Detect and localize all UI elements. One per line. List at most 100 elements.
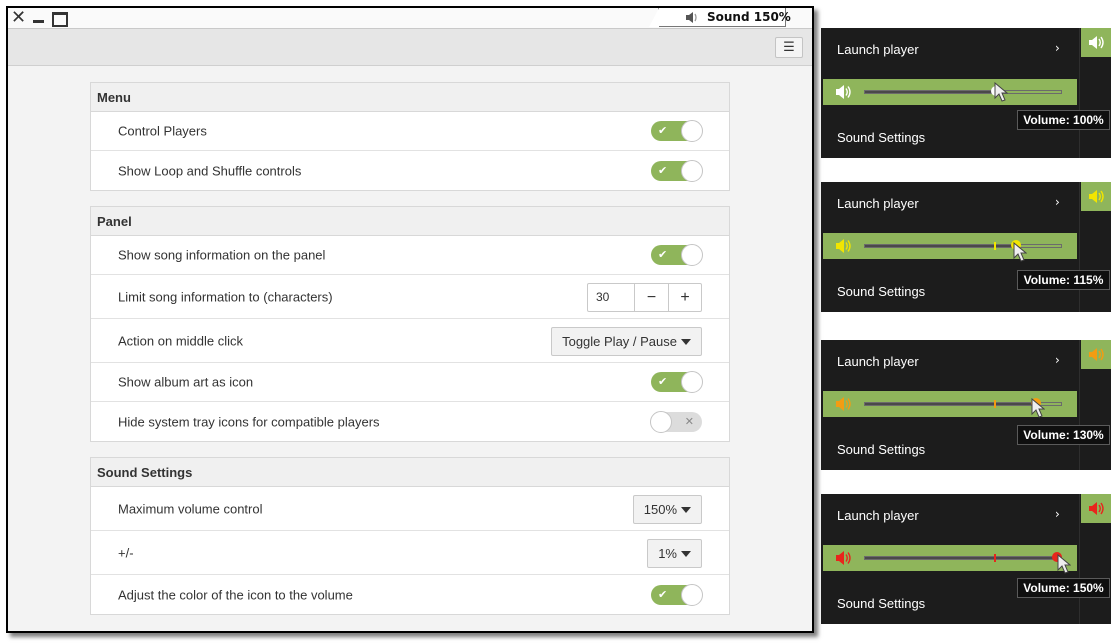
settings-window: ✕ Sound 150% ☰ Menu Control Players ✔ Sh… (6, 6, 814, 633)
header-bar: ☰ (8, 29, 812, 66)
sound-settings-item[interactable]: Sound Settings (837, 130, 925, 145)
speaker-icon[interactable] (835, 239, 852, 253)
volume-slider[interactable] (864, 552, 1071, 574)
chevron-right-icon: › (1055, 507, 1060, 521)
section-menu: Menu Control Players ✔ Show Loop and Shu… (90, 82, 730, 191)
settings-content: Menu Control Players ✔ Show Loop and Shu… (8, 67, 812, 631)
hundred-percent-marker (994, 242, 997, 250)
switch-knob (681, 159, 703, 182)
chevron-down-icon (681, 550, 691, 557)
launch-player-item[interactable]: Launch player (837, 196, 919, 211)
cross-icon: ✕ (684, 415, 694, 428)
slider-fill (865, 245, 1016, 247)
launch-player-item[interactable]: Launch player (837, 42, 919, 57)
dropdown-value: 150% (643, 501, 677, 517)
limit-chars-spinner: 30 − + (587, 282, 702, 312)
hundred-percent-marker (994, 554, 997, 562)
speaker-icon (686, 12, 697, 23)
setting-row-control-players: Control Players ✔ (91, 112, 729, 151)
minimize-icon[interactable] (30, 9, 47, 26)
volume-slider-row (823, 391, 1077, 418)
icon-color-switch[interactable]: ✔ (651, 583, 703, 606)
setting-label: Hide system tray icons for compatible pl… (118, 414, 380, 429)
panel-sound-button[interactable] (1081, 340, 1111, 369)
setting-row-album-art: Show album art as icon ✔ (91, 363, 729, 402)
switch-knob (681, 120, 703, 142)
limit-chars-input[interactable]: 30 (588, 283, 635, 311)
mouse-cursor-icon (994, 82, 1008, 102)
setting-row-max-volume: Maximum volume control 150% (91, 487, 729, 531)
switch-knob (681, 244, 703, 266)
speaker-icon[interactable] (835, 551, 852, 565)
close-icon[interactable]: ✕ (10, 9, 27, 27)
setting-label: Show Loop and Shuffle controls (118, 163, 302, 178)
middle-click-dropdown[interactable]: Toggle Play / Pause (551, 326, 702, 356)
control-players-switch[interactable]: ✔ (651, 120, 703, 142)
mouse-cursor-icon (1057, 554, 1071, 574)
volume-slider[interactable] (864, 82, 1062, 102)
decrement-button[interactable]: − (635, 284, 668, 311)
setting-row-loop-shuffle: Show Loop and Shuffle controls ✔ (91, 151, 729, 190)
max-volume-dropdown[interactable]: 150% (632, 494, 702, 524)
sound-settings-item[interactable]: Sound Settings (837, 284, 925, 299)
speaker-icon[interactable] (835, 397, 852, 411)
dropdown-value: 1% (658, 545, 677, 561)
loop-shuffle-switch[interactable]: ✔ (651, 159, 703, 182)
speaker-icon (1089, 36, 1104, 49)
hundred-percent-marker (994, 400, 997, 408)
sound-popup: Launch player › Volume: 115% Sound Setti… (821, 182, 1111, 312)
section-sound-settings: Sound Settings Maximum volume control 15… (90, 457, 730, 615)
maximize-icon[interactable] (50, 9, 68, 27)
check-icon: ✔ (658, 249, 668, 261)
check-icon: ✔ (658, 588, 668, 601)
sound-popup: Launch player › Volume: 130% Sound Setti… (821, 340, 1111, 470)
check-icon: ✔ (658, 164, 668, 177)
chevron-right-icon: › (1055, 41, 1060, 55)
section-title: Panel (91, 207, 729, 236)
panel-sound-button[interactable] (1081, 28, 1111, 57)
launch-player-item[interactable]: Launch player (837, 354, 919, 369)
album-art-switch[interactable]: ✔ (651, 371, 703, 393)
volume-step-dropdown[interactable]: 1% (647, 538, 702, 568)
speaker-icon (1089, 348, 1104, 361)
slider-fill (865, 403, 1036, 405)
increment-button[interactable]: + (668, 283, 701, 311)
sound-popup: Launch player › Volume: 150% Sound Setti… (821, 494, 1111, 624)
panel-sound-button[interactable] (1081, 494, 1111, 523)
sound-tab-label: Sound 150% (707, 10, 791, 24)
sound-popup: Launch player › Volume: 100% Sound Setti… (821, 28, 1111, 158)
setting-label: Action on middle click (118, 333, 243, 348)
check-icon: ✔ (658, 125, 668, 137)
sound-applet-tab[interactable]: Sound 150% (649, 8, 791, 27)
title-bar: ✕ Sound 150% (8, 8, 812, 29)
hamburger-menu-button[interactable]: ☰ (775, 37, 803, 58)
speaker-icon[interactable] (835, 85, 852, 99)
section-panel: Panel Show song information on the panel… (90, 206, 730, 442)
song-info-switch[interactable]: ✔ (651, 244, 703, 266)
setting-row-hide-tray: Hide system tray icons for compatible pl… (91, 402, 729, 441)
volume-tooltip: Volume: 150% (1017, 578, 1110, 598)
setting-label: Maximum volume control (118, 501, 263, 516)
setting-row-step: +/- 1% (91, 531, 729, 575)
section-title: Sound Settings (91, 458, 729, 487)
sound-settings-item[interactable]: Sound Settings (837, 596, 925, 611)
volume-slider[interactable] (864, 398, 1062, 418)
volume-slider-row (823, 233, 1077, 262)
volume-slider-row (823, 79, 1077, 105)
switch-knob (650, 410, 672, 433)
sound-settings-item[interactable]: Sound Settings (837, 442, 925, 457)
setting-row-limit-chars: Limit song information to (characters) 3… (91, 275, 729, 319)
setting-row-middle-click: Action on middle click Toggle Play / Pau… (91, 319, 729, 363)
speaker-icon (1089, 190, 1104, 203)
chevron-right-icon: › (1055, 195, 1060, 209)
mouse-cursor-icon (1031, 398, 1045, 418)
dropdown-value: Toggle Play / Pause (562, 333, 677, 349)
setting-label: Show album art as icon (118, 374, 254, 390)
hide-tray-switch[interactable]: ✕ (650, 410, 702, 433)
panel-sound-button[interactable] (1081, 182, 1111, 211)
volume-slider-row (823, 545, 1077, 574)
volume-slider[interactable] (864, 240, 1062, 262)
chevron-down-icon (681, 338, 691, 345)
launch-player-item[interactable]: Launch player (837, 508, 919, 523)
volume-tooltip: Volume: 130% (1017, 425, 1110, 445)
